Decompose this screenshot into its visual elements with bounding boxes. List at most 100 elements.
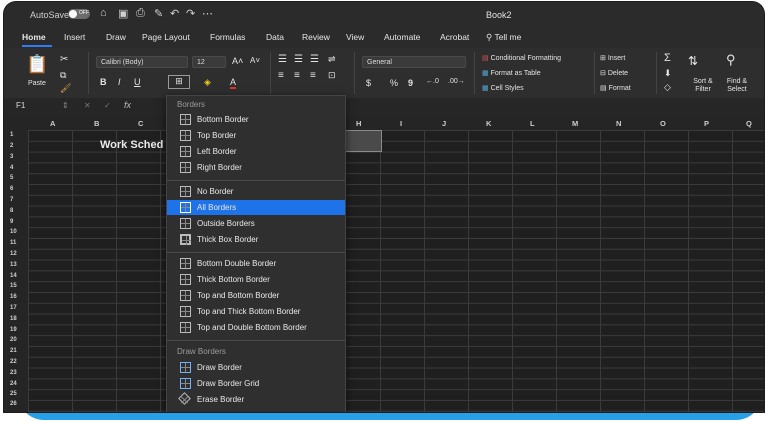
name-box-dropdown-icon[interactable]: ⇕ [62,101,69,110]
row-header[interactable]: 13 [10,262,17,268]
bold-button[interactable]: B [100,77,107,87]
fill-icon[interactable]: ⬇ [664,68,672,79]
menu-item-top-thick-bottom-border[interactable]: Top and Thick Bottom Border [167,304,345,319]
row-header[interactable]: 20 [10,337,17,343]
menu-item-bottom-double-border[interactable]: Bottom Double Border [167,256,345,271]
save-icon[interactable]: ▣ [118,7,128,20]
cell-styles-button[interactable]: ▦ Cell Styles [482,84,524,92]
tab-formulas[interactable]: Formulas [210,32,245,42]
column-header[interactable]: C [138,119,143,128]
row-header[interactable]: 3 [10,154,13,160]
autosum-icon[interactable]: Σ [664,52,671,64]
row-header[interactable]: 26 [10,401,17,407]
row-header[interactable]: 1 [10,132,13,138]
column-header[interactable]: J [442,119,446,128]
format-painter-icon[interactable]: 🖌 [60,83,71,94]
row-header[interactable]: 2 [10,143,13,149]
conditional-formatting-button[interactable]: ▤ Conditional Formatting [482,54,561,62]
menu-item-no-border[interactable]: No Border [167,184,345,199]
align-bottom-icon[interactable]: ☰ [310,54,319,65]
edit-icon[interactable]: ✎ [154,7,163,20]
format-cells-button[interactable]: ▤ Format [600,84,631,92]
row-header[interactable]: 9 [10,219,13,225]
tell-me-search[interactable]: ⚲ Tell me [486,32,521,43]
column-header[interactable]: M [572,119,578,128]
cell-b2[interactable]: Work Sched [100,139,163,151]
wrap-text-icon[interactable]: ⇌ [328,54,336,65]
function-icon[interactable]: fx [124,100,131,110]
insert-cells-button[interactable]: ⊞ Insert [600,54,625,62]
increase-font-icon[interactable]: A˄ [232,56,243,66]
row-header[interactable]: 10 [10,229,17,235]
number-format-select[interactable]: General [362,56,466,68]
name-box[interactable]: F1 [16,101,25,110]
find-select-label[interactable]: Find & Select [722,78,752,94]
column-header[interactable]: H [356,119,361,128]
tab-acrobat[interactable]: Acrobat [440,32,469,42]
menu-item-left-border[interactable]: Left Border [167,144,345,159]
increase-decimal-icon[interactable]: ←.0 [426,78,439,85]
column-header[interactable]: N [616,119,621,128]
row-header[interactable]: 15 [10,283,17,289]
paste-icon[interactable]: 📋 [26,54,48,75]
align-center-icon[interactable]: ≡ [294,70,300,81]
align-left-icon[interactable]: ≡ [278,70,284,81]
row-header[interactable]: 5 [10,175,13,181]
row-header[interactable]: 11 [10,240,16,246]
menu-item-top-border[interactable]: Top Border [167,128,345,143]
comma-button[interactable]: 9 [408,78,413,88]
menu-item-outside-borders[interactable]: Outside Borders [167,216,345,231]
row-header[interactable]: 21 [10,348,17,354]
paste-label[interactable]: Paste [28,80,46,87]
row-header[interactable]: 4 [10,165,13,171]
currency-button[interactable]: $ [366,78,371,88]
font-color-icon[interactable]: A [230,77,237,89]
row-header[interactable]: 22 [10,359,17,365]
menu-item-bottom-border[interactable]: Bottom Border [167,112,345,127]
column-header[interactable]: L [530,119,535,128]
row-header[interactable]: 6 [10,186,13,192]
menu-item-draw-border-grid[interactable]: Draw Border Grid [167,376,345,391]
more-icon[interactable]: ⋯ [202,7,213,20]
delete-cells-button[interactable]: ⊟ Delete [600,69,628,77]
italic-button[interactable]: I [118,77,121,87]
find-select-icon[interactable]: ⚲ [726,52,736,68]
menu-item-thick-bottom-border[interactable]: Thick Bottom Border [167,272,345,287]
align-middle-icon[interactable]: ☰ [294,54,303,65]
tab-draw[interactable]: Draw [106,32,126,42]
tab-data[interactable]: Data [266,32,284,42]
row-header[interactable]: 18 [10,316,17,322]
menu-item-top-and-bottom-border[interactable]: Top and Bottom Border [167,288,345,303]
menu-item-right-border[interactable]: Right Border [167,160,345,175]
print-icon[interactable]: ⎙ [136,7,145,20]
spreadsheet-grid[interactable] [28,130,764,412]
align-right-icon[interactable]: ≡ [310,70,316,81]
row-header[interactable]: 8 [10,208,13,214]
sort-filter-icon[interactable]: ⇅ [688,54,698,68]
row-header[interactable]: 25 [10,391,17,397]
column-header[interactable]: B [94,119,99,128]
row-header[interactable]: 24 [10,381,17,387]
undo-icon[interactable]: ↶ [170,7,179,20]
row-header[interactable]: 17 [10,305,17,311]
font-name-select[interactable]: Calibri (Body) [96,56,188,68]
tab-review[interactable]: Review [302,32,330,42]
row-header[interactable]: 16 [10,294,17,300]
row-header[interactable]: 19 [10,327,17,333]
column-header[interactable]: O [660,119,666,128]
tab-page-layout[interactable]: Page Layout [142,32,190,42]
underline-button[interactable]: U [134,77,141,87]
decrease-font-icon[interactable]: A˅ [250,56,260,65]
tab-view[interactable]: View [346,32,364,42]
tab-home[interactable]: Home [22,32,46,42]
autosave-toggle[interactable]: OFF [68,9,90,19]
format-as-table-button[interactable]: ▦ Format as Table [482,69,541,77]
copy-icon[interactable]: ⧉ [60,70,66,81]
menu-item-all-borders[interactable]: All Borders [167,200,345,215]
cut-icon[interactable]: ✂ [60,54,68,65]
row-header[interactable]: 7 [10,197,13,203]
column-header[interactable]: P [704,119,709,128]
percent-button[interactable]: % [390,78,398,88]
align-top-icon[interactable]: ☰ [278,54,287,65]
tab-automate[interactable]: Automate [384,32,420,42]
